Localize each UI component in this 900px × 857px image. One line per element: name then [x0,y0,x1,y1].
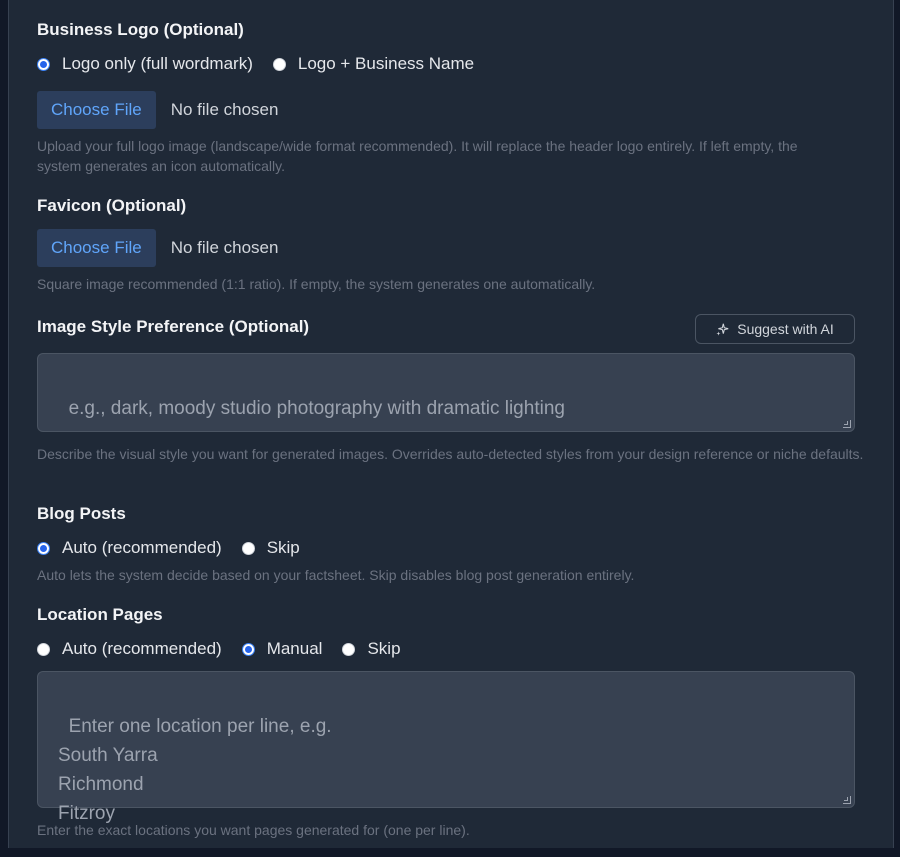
favicon-choose-file-button[interactable]: Choose File [37,229,156,267]
locations-placeholder: Enter one location per line, e.g. South … [58,716,332,824]
suggest-with-ai-label: Suggest with AI [737,321,834,337]
radio-blog-auto[interactable] [37,541,50,555]
image-style-help-text: Describe the visual style you want for g… [37,446,864,462]
business-logo-label: Business Logo (Optional) [37,20,244,39]
blog-posts-help-text: Auto lets the system decide based on you… [37,567,635,583]
radio-label-location-manual: Manual [266,639,323,658]
location-option-auto[interactable]: Auto (recommended) [37,639,222,659]
image-style-label: Image Style Preference (Optional) [37,317,310,336]
location-pages-help-text: Enter the exact locations you want pages… [37,822,470,838]
radio-label-blog-skip: Skip [266,538,300,557]
favicon-file-status: No file chosen [170,238,279,257]
radio-location-auto[interactable] [37,642,50,656]
suggest-with-ai-button[interactable]: Suggest with AI [695,314,855,344]
location-pages-label: Location Pages [37,605,163,624]
blog-posts-label: Blog Posts [37,504,126,523]
radio-label-blog-auto: Auto (recommended) [62,538,222,557]
image-style-placeholder: e.g., dark, moody studio photography wit… [68,398,565,419]
logo-help-text: Upload your full logo image (landscape/w… [37,138,798,174]
logo-file-input: Choose File No file chosen [37,91,278,129]
logo-mode-option-logo-only[interactable]: Logo only (full wordmark) [37,54,253,74]
favicon-file-input: Choose File No file chosen [37,229,278,267]
blog-option-auto[interactable]: Auto (recommended) [37,538,222,558]
location-option-skip[interactable]: Skip [342,639,401,659]
radio-label-location-skip: Skip [367,639,401,658]
radio-label-location-auto: Auto (recommended) [62,639,222,658]
location-pages-radio-group: Auto (recommended) Manual Skip [37,637,421,661]
locations-textarea[interactable]: Enter one location per line, e.g. South … [37,671,855,824]
favicon-label: Favicon (Optional) [37,196,187,215]
radio-logo-only[interactable] [37,57,50,71]
blog-posts-radio-group: Auto (recommended) Skip [37,536,320,560]
logo-choose-file-button[interactable]: Choose File [37,91,156,129]
sparkles-icon [716,323,729,336]
resize-handle-icon[interactable] [843,420,851,428]
logo-file-status: No file chosen [170,100,279,119]
blog-option-skip[interactable]: Skip [241,538,300,558]
favicon-help-text: Square image recommended (1:1 ratio). If… [37,276,596,292]
radio-location-skip[interactable] [342,642,356,656]
radio-label-logo-name: Logo + Business Name [297,54,475,73]
resize-handle-icon[interactable] [843,796,851,804]
radio-location-manual[interactable] [241,642,255,656]
radio-label-logo-only: Logo only (full wordmark) [62,54,253,73]
logo-mode-radio-group: Logo only (full wordmark) Logo + Busines… [37,52,494,76]
image-style-textarea[interactable]: e.g., dark, moody studio photography wit… [37,353,855,432]
radio-logo-name[interactable] [272,57,286,71]
logo-mode-option-logo-name[interactable]: Logo + Business Name [272,54,475,74]
radio-blog-skip[interactable] [241,541,255,555]
location-option-manual[interactable]: Manual [241,639,323,659]
